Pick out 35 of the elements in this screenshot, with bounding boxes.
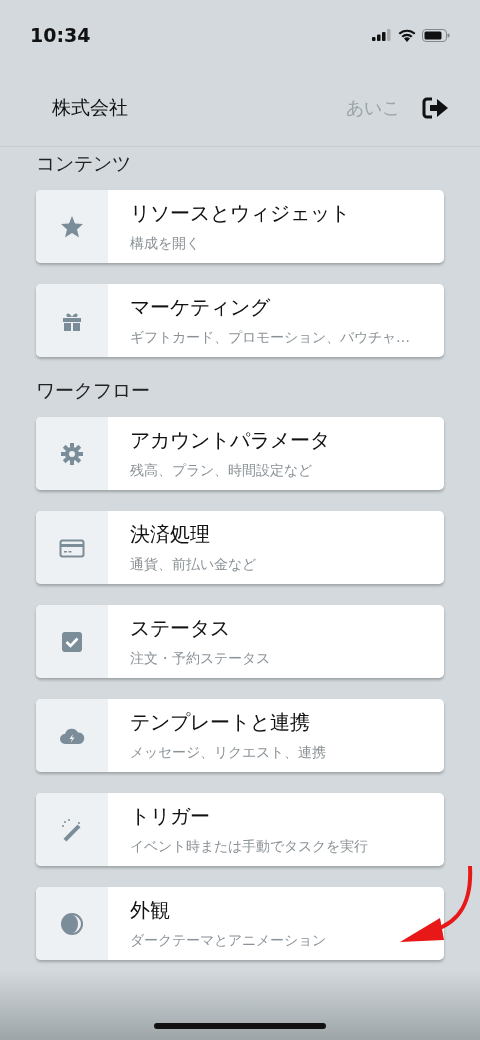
user-name: あいこ (346, 96, 400, 120)
card-title: テンプレートと連携 (130, 709, 311, 736)
card-title: マーケティング (130, 294, 271, 321)
card-title: 外観 (130, 897, 171, 924)
card-subtitle: 残高、プラン、時間設定など (130, 462, 313, 480)
menu-card[interactable]: 外観 ダークテーマとアニメーション (36, 887, 444, 960)
card-subtitle: 構成を開く (130, 235, 201, 253)
card-title: アカウントパラメータ (130, 427, 330, 454)
card-title: 決済処理 (130, 521, 211, 548)
card-subtitle: ギフトカード、プロモーション、バウチャ… (130, 329, 410, 347)
card-title: ステータス (130, 615, 231, 642)
signal-icon (372, 29, 392, 41)
menu-card[interactable]: テンプレートと連携 メッセージ、リクエスト、連携 (36, 699, 444, 772)
contrast-icon (59, 910, 85, 937)
section-heading: コンテンツ (36, 151, 132, 175)
card-subtitle: 注文・予約ステータス (130, 650, 270, 668)
menu-card[interactable]: トリガー イベント時または手動でタスクを実行 (36, 793, 444, 866)
menu-card[interactable]: 決済処理 通貨、前払い金など (36, 511, 444, 584)
card-subtitle: メッセージ、リクエスト、連携 (130, 744, 326, 762)
card-title: トリガー (130, 803, 211, 830)
card-subtitle: 通貨、前払い金など (130, 556, 256, 574)
company-name: 株式会社 (52, 95, 129, 120)
menu-card[interactable]: マーケティング ギフトカード、プロモーション、バウチャ… (36, 284, 444, 357)
card-subtitle: イベント時または手動でタスクを実行 (130, 838, 368, 856)
status-time: 10:34 (30, 24, 91, 46)
battery-icon (422, 28, 450, 42)
menu-card[interactable]: アカウントパラメータ 残高、プラン、時間設定など (36, 417, 444, 490)
card-subtitle: ダークテーマとアニメーション (130, 932, 326, 950)
card-title: リソースとウィジェット (130, 200, 350, 227)
menu-card[interactable]: リソースとウィジェット 構成を開く (36, 190, 444, 263)
gear-icon (59, 440, 85, 467)
section-heading: ワークフロー (36, 378, 151, 402)
menu-card[interactable]: ステータス 注文・予約ステータス (36, 605, 444, 678)
logout-button[interactable] (422, 96, 450, 120)
wifi-icon (398, 28, 416, 42)
